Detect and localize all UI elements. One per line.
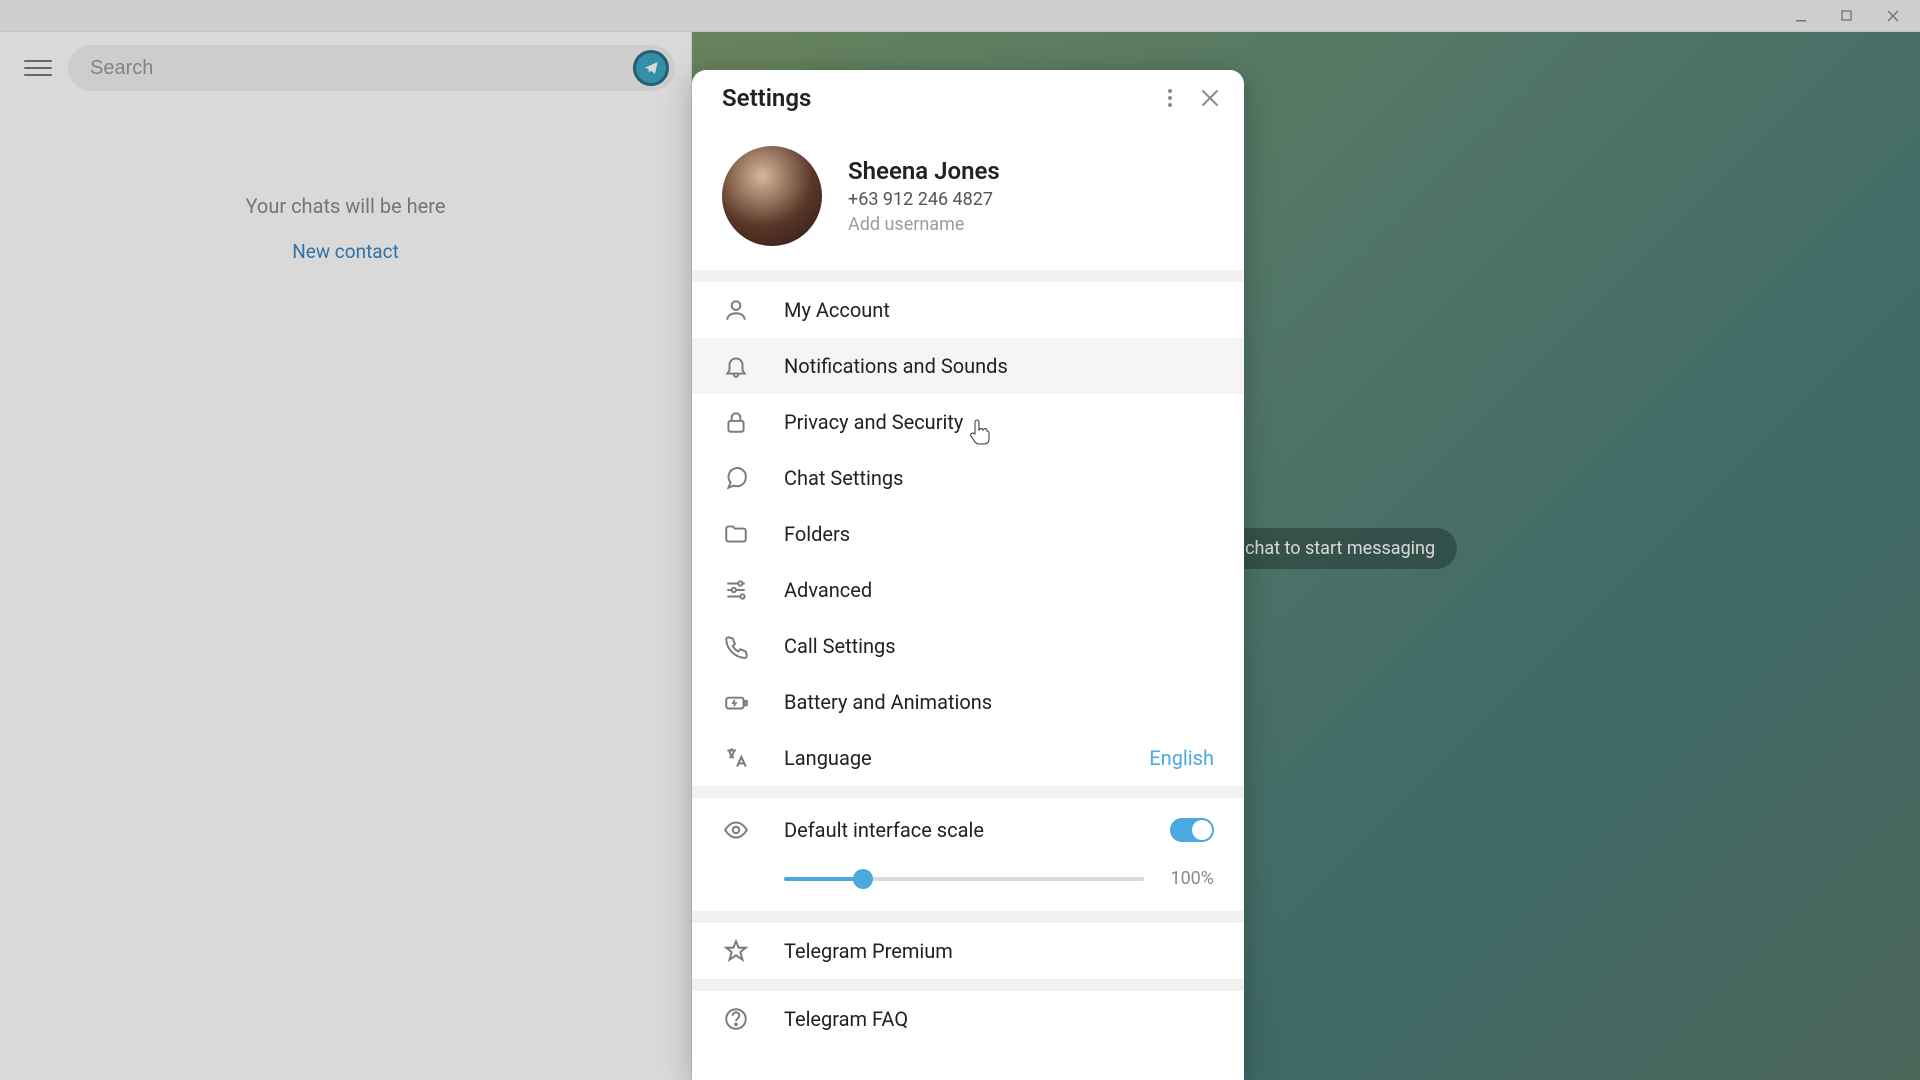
settings-item-language[interactable]: Language English [692,730,1244,786]
translate-icon [722,744,750,772]
settings-item-chat[interactable]: Chat Settings [692,450,1244,506]
interface-scale-slider[interactable] [784,877,1144,881]
eye-icon [722,816,750,844]
more-options-button[interactable] [1150,78,1190,118]
settings-title: Settings [722,84,1150,112]
settings-modal: Settings Sheena Jones +63 912 246 4827 A… [692,70,1244,1080]
chat-icon [722,464,750,492]
settings-item-faq[interactable]: Telegram FAQ [692,991,1244,1047]
sliders-icon [722,576,750,604]
section-divider [692,911,1244,923]
settings-item-premium[interactable]: Telegram Premium [692,923,1244,979]
settings-item-label: Language [784,746,1115,770]
language-value: English [1149,746,1214,770]
settings-item-label: Call Settings [784,634,1214,658]
avatar [722,146,822,246]
add-username-link[interactable]: Add username [848,214,1000,235]
settings-item-label: Battery and Animations [784,690,1214,714]
slider-thumb[interactable] [853,869,873,889]
interface-scale-toggle[interactable] [1170,818,1214,842]
settings-item-folders[interactable]: Folders [692,506,1244,562]
settings-item-label: Advanced [784,578,1214,602]
settings-item-label: Telegram FAQ [784,1007,1214,1031]
settings-item-label: Telegram Premium [784,939,1214,963]
settings-item-label: Chat Settings [784,466,1214,490]
profile-section[interactable]: Sheena Jones +63 912 246 4827 Add userna… [692,126,1244,270]
profile-name: Sheena Jones [848,157,1000,185]
section-divider [692,979,1244,991]
settings-item-label: Privacy and Security [784,410,1214,434]
settings-item-label: Folders [784,522,1214,546]
phone-icon [722,632,750,660]
interface-scale-label: Default interface scale [784,818,1136,842]
settings-item-label: My Account [784,298,1214,322]
folder-icon [722,520,750,548]
bell-icon [722,352,750,380]
settings-item-privacy[interactable]: Privacy and Security [692,394,1244,450]
settings-item-label: Notifications and Sounds [784,354,1214,378]
battery-icon [722,688,750,716]
settings-item-notifications[interactable]: Notifications and Sounds [692,338,1244,394]
settings-item-advanced[interactable]: Advanced [692,562,1244,618]
settings-item-calls[interactable]: Call Settings [692,618,1244,674]
section-divider [692,270,1244,282]
interface-scale-value: 100% [1164,868,1214,889]
profile-phone: +63 912 246 4827 [848,189,1000,210]
settings-item-my-account[interactable]: My Account [692,282,1244,338]
section-divider [692,786,1244,798]
star-icon [722,937,750,965]
lock-icon [722,408,750,436]
close-modal-button[interactable] [1190,78,1230,118]
account-icon [722,296,750,324]
settings-item-battery[interactable]: Battery and Animations [692,674,1244,730]
help-icon [722,1005,750,1033]
